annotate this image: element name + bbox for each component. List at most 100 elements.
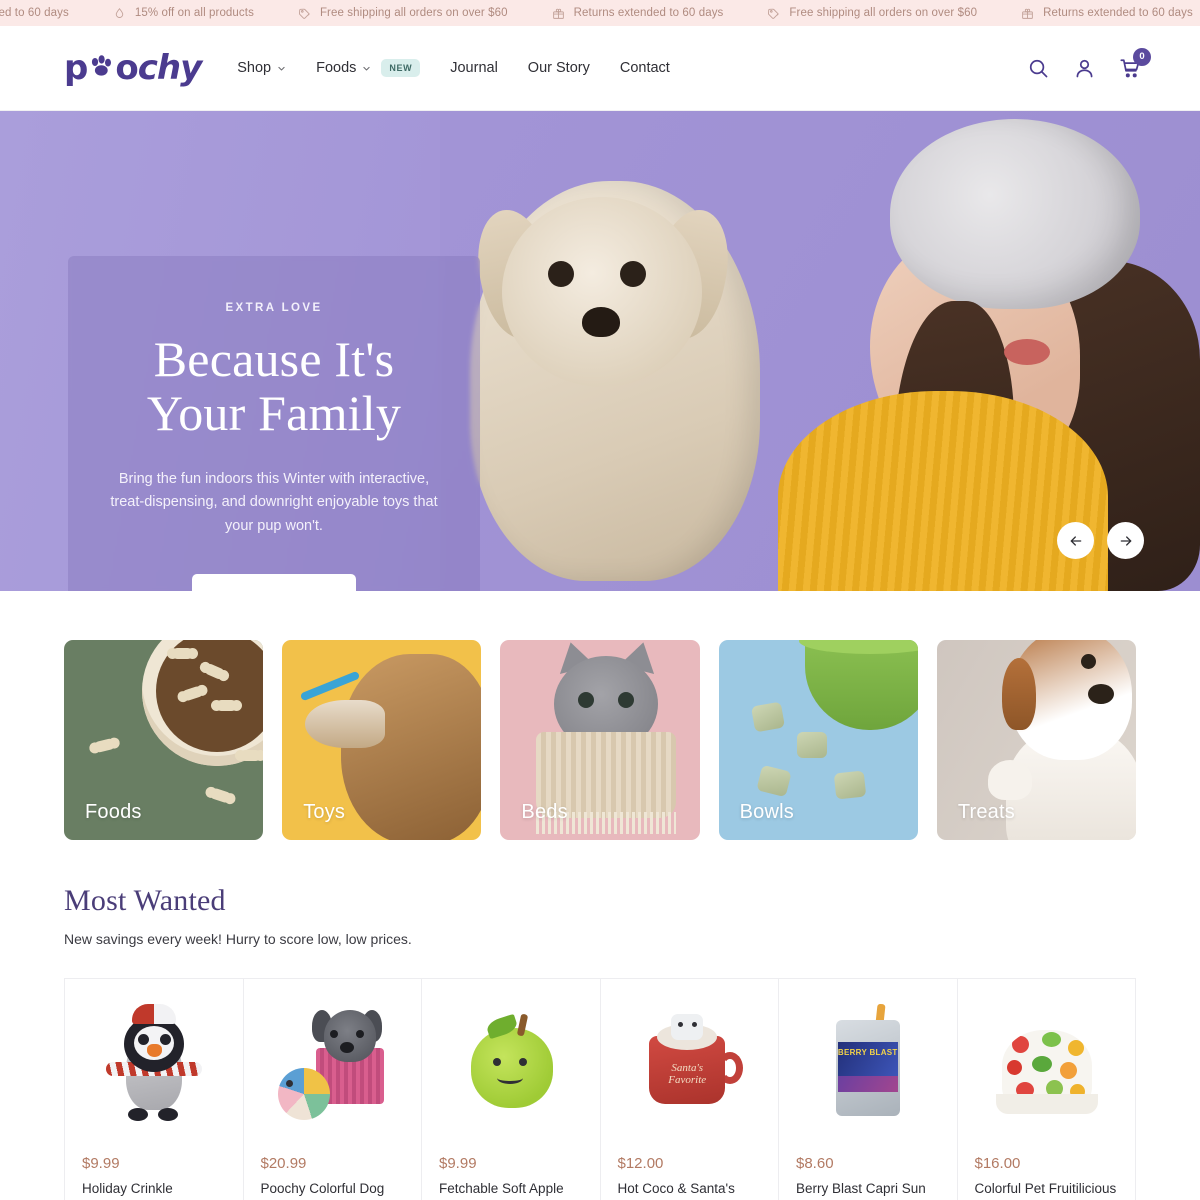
logo-text-part2: o	[115, 48, 138, 88]
announcement-item: Free shipping all orders on over $60	[298, 7, 508, 20]
nav-item-contact[interactable]: Contact	[620, 60, 670, 76]
nav-item-label: Foods	[316, 60, 357, 76]
beanie-hat	[890, 119, 1140, 309]
tag-icon	[298, 7, 311, 20]
hero-photo	[440, 111, 1200, 591]
announcement-text: 15% off on all products	[134, 7, 254, 19]
search-icon[interactable]	[1027, 57, 1050, 80]
hero-content-card: EXTRA LOVE Because It's Your Family Brin…	[68, 256, 480, 591]
hero-eyebrow: EXTRA LOVE	[225, 302, 323, 314]
category-grid: Foods Toys Beds Bowls Treats	[0, 591, 1200, 840]
fruit-motif	[1007, 1060, 1023, 1075]
category-label: Beds	[521, 801, 568, 823]
most-wanted-header: Most Wanted New savings every week! Hurr…	[0, 840, 1200, 947]
nav-item-label: Contact	[619, 60, 670, 76]
product-price: $16.00	[974, 1155, 1021, 1172]
category-card-toys[interactable]: Toys	[282, 640, 482, 840]
product-card[interactable]: $20.99 Poochy Colorful Dog Toy Available…	[242, 978, 421, 1200]
logo-text-part1: p	[64, 48, 88, 88]
product-name: Holiday Crinkle Penguin Dog Toy	[82, 1181, 173, 1196]
product-name: Poochy Colorful Dog Toy	[260, 1181, 385, 1196]
hero-subtitle: Bring the fun indoors this Winter with i…	[110, 471, 438, 534]
hero-title: Because It's Your Family	[146, 331, 402, 441]
fruit-hat-art	[992, 1002, 1100, 1126]
gift-icon	[552, 7, 565, 20]
capri-sun-pouch-art: BERRY BLAST	[814, 1002, 922, 1126]
logo[interactable]: p o chy	[64, 48, 203, 88]
pouch-text: BERRY BLAST	[837, 1048, 898, 1057]
section-title: Most Wanted	[64, 884, 226, 917]
droplet-icon	[113, 7, 126, 20]
product-price: $8.60	[796, 1155, 834, 1172]
paw-print-icon	[88, 51, 114, 85]
product-card[interactable]: $9.99 Fetchable Soft Apple Dog Toy Avail…	[421, 978, 600, 1200]
product-image: BERRY BLAST	[796, 995, 940, 1133]
hero-cta-button[interactable]: Purrchase Foods	[191, 574, 357, 591]
announcement-text: Free shipping all orders on over $60	[789, 7, 978, 19]
nav-item-journal[interactable]: Journal	[450, 60, 498, 76]
announcement-item: Returns extended to 60 days	[1021, 7, 1193, 20]
product-card[interactable]: $16.00 Colorful Pet Fruitilicious Hat Av…	[956, 978, 1136, 1200]
account-icon[interactable]	[1073, 57, 1096, 80]
site-header: p o chy Shop Foods NEW Journal Our Story Cont…	[0, 26, 1200, 111]
logo-text-part3: chy	[137, 48, 203, 88]
announcement-text: Returns extended to 60 days	[573, 7, 724, 19]
announcement-item: Free shipping all orders on over $60	[767, 7, 977, 20]
main-navigation: Shop Foods NEW Journal Our Story Contact	[237, 59, 670, 77]
carousel-controls	[1057, 522, 1144, 559]
yellow-sweater	[778, 391, 1108, 591]
category-card-treats[interactable]: Treats	[936, 640, 1137, 840]
fruit-motif	[1060, 1062, 1078, 1079]
announcement-text: turns extended to 60 days	[0, 7, 69, 19]
product-name: Colorful Pet Fruitilicious Hat	[974, 1181, 1117, 1196]
product-image	[439, 995, 583, 1133]
category-label: Bowls	[739, 801, 794, 823]
announcement-bar: turns extended to 60 days 15% off on all …	[0, 0, 1200, 26]
category-label: Toys	[303, 801, 346, 823]
nav-item-foods[interactable]: Foods	[316, 60, 371, 76]
tag-icon	[767, 7, 780, 20]
product-price: $12.00	[617, 1155, 664, 1172]
product-card[interactable]: $9.99 Holiday Crinkle Penguin Dog Toy Av…	[64, 978, 243, 1200]
product-name: Fetchable Soft Apple Dog Toy	[439, 1181, 564, 1196]
product-image	[261, 995, 405, 1133]
hero-banner: EXTRA LOVE Because It's Your Family Brin…	[0, 111, 1200, 591]
section-subtitle: New savings every week! Hurry to score l…	[64, 931, 412, 947]
product-price: $9.99	[82, 1155, 120, 1172]
mug-text: Santa's Favorite	[668, 1062, 707, 1086]
carousel-next-button[interactable]	[1107, 522, 1144, 559]
category-label: Foods	[85, 801, 142, 823]
product-card[interactable]: Santa's Favorite $12.00 Hot Coco & Santa…	[599, 978, 778, 1200]
announcement-track: turns extended to 60 days 15% off on all …	[0, 7, 1193, 20]
nav-item-our-story[interactable]: Our Story	[528, 60, 590, 76]
nav-item-label: Our Story	[527, 60, 590, 76]
category-card-beds[interactable]: Beds	[500, 640, 700, 840]
category-card-foods[interactable]: Foods	[64, 640, 264, 840]
product-grid: $9.99 Holiday Crinkle Penguin Dog Toy Av…	[0, 947, 1200, 1200]
apple-toy-art	[457, 1002, 565, 1126]
fruit-motif	[1032, 1056, 1053, 1072]
product-price: $20.99	[260, 1155, 307, 1172]
product-name: Berry Blast Capri Sun Dog Toy	[796, 1181, 926, 1196]
carousel-prev-button[interactable]	[1057, 522, 1094, 559]
nav-item-label: Journal	[450, 60, 498, 76]
penguin-toy-art	[100, 1002, 208, 1126]
fruit-motif	[1068, 1040, 1085, 1056]
product-image	[975, 995, 1119, 1133]
chevron-down-icon	[277, 64, 286, 73]
announcement-item: turns extended to 60 days	[0, 7, 69, 19]
fruit-motif	[1012, 1036, 1030, 1053]
nav-item-label: Shop	[237, 60, 272, 76]
fruit-motif	[1042, 1032, 1062, 1047]
product-card[interactable]: BERRY BLAST $8.60 Berry Blast Capri Sun …	[778, 978, 957, 1200]
nav-item-shop[interactable]: Shop	[237, 60, 286, 76]
announcement-item: 15% off on all products	[113, 7, 254, 20]
announcement-item: Returns extended to 60 days	[552, 7, 724, 20]
product-name: Hot Coco & Santa's Favorite Toy	[617, 1181, 735, 1196]
product-image: Santa's Favorite	[618, 995, 762, 1133]
hot-coco-mug-art: Santa's Favorite	[635, 1002, 744, 1126]
cart-count-badge: 0	[1133, 47, 1151, 66]
cart-icon[interactable]: 0	[1119, 47, 1151, 80]
category-card-bowls[interactable]: Bowls	[718, 640, 918, 840]
category-label: Treats	[957, 801, 1015, 823]
